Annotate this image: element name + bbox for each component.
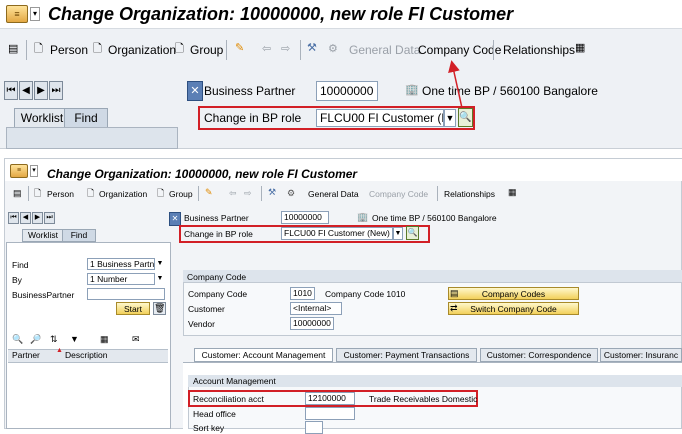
- switch-company-code-icon: ⇄: [450, 303, 458, 313]
- toolbar-separator: [28, 186, 29, 201]
- layout-icon[interactable]: ▦: [100, 334, 109, 345]
- screen2-page-title: Change Organization: 10000000, new role …: [47, 167, 358, 181]
- switch-company-code-button[interactable]: Switch Company Code: [448, 302, 579, 315]
- menu-dropdown-icon[interactable]: ▾: [30, 165, 38, 177]
- find-select[interactable]: 1 Business Partn...: [87, 258, 155, 270]
- switch-display-change-icon[interactable]: ✎: [205, 187, 213, 198]
- menu-icon[interactable]: ≡: [10, 164, 28, 178]
- tab-find[interactable]: Find: [62, 229, 96, 242]
- forward-arrow-icon[interactable]: ⇨: [244, 188, 252, 199]
- group-doc-icon[interactable]: 🗋: [157, 188, 164, 199]
- business-partner-input[interactable]: [87, 288, 165, 300]
- account-management-header: Account Management: [193, 376, 276, 386]
- business-partner-label: BusinessPartner: [12, 290, 75, 300]
- bp-icon: ✕: [169, 212, 181, 226]
- by-dropdown-icon[interactable]: ▼: [155, 273, 165, 285]
- toolbar-separator: [261, 186, 262, 201]
- relationships-button[interactable]: Relationships: [444, 189, 495, 199]
- company-code-description: Company Code 1010: [325, 289, 406, 299]
- vendor-field[interactable]: 10000000: [290, 317, 334, 330]
- company-codes-button[interactable]: Company Codes: [448, 287, 579, 300]
- building-icon: 🏢: [357, 212, 369, 222]
- find-dropdown-icon[interactable]: ▼: [155, 258, 165, 270]
- column-partner[interactable]: Partner: [12, 350, 40, 360]
- sort-key-field[interactable]: [305, 421, 323, 434]
- company-code-field[interactable]: 1010: [290, 287, 315, 300]
- company-codes-icon: ▤: [450, 288, 459, 298]
- general-data-button[interactable]: General Data: [308, 189, 359, 199]
- bp-description: One time BP / 560100 Bangalore: [372, 213, 497, 223]
- group-button[interactable]: Group: [169, 189, 193, 199]
- first-record-button[interactable]: ⏮: [8, 212, 19, 224]
- vendor-label: Vendor: [188, 319, 215, 329]
- role-select[interactable]: FLCU00 FI Customer (New): [281, 227, 393, 240]
- customer-label: Customer: [188, 304, 225, 314]
- role-label: Change in BP role: [184, 229, 253, 239]
- role-dropdown-icon[interactable]: ▼: [393, 227, 403, 240]
- screen2-toolbar: ▤ 🗋 Person 🗋 Organization 🗋 Group ✎ ⇦ ⇨ …: [5, 185, 682, 203]
- company-code-section-header: [183, 270, 682, 283]
- filter-icon[interactable]: ▼: [70, 334, 79, 345]
- role-confirm-icon[interactable]: 🔍: [406, 226, 419, 240]
- customer-field[interactable]: <Internal>: [290, 302, 342, 315]
- overview-icon[interactable]: ▤: [13, 188, 22, 199]
- company-code-header: Company Code: [187, 272, 247, 282]
- previous-record-button[interactable]: ◀: [20, 212, 31, 224]
- person-doc-icon[interactable]: 🗋: [34, 188, 41, 199]
- settings-icon[interactable]: ⚙: [287, 188, 295, 199]
- back-arrow-icon[interactable]: ⇦: [229, 188, 237, 199]
- where-used-icon[interactable]: ⚒: [268, 187, 276, 198]
- toolbar-separator: [437, 186, 438, 201]
- last-record-button[interactable]: ⏭: [44, 212, 55, 224]
- person-button[interactable]: Person: [47, 189, 74, 199]
- relationships-icon[interactable]: ▦: [508, 187, 517, 198]
- by-select[interactable]: 1 Number: [87, 273, 155, 285]
- tab-correspondence[interactable]: Customer: Correspondence: [480, 348, 598, 362]
- toolbar-separator: [198, 186, 199, 201]
- start-button[interactable]: Start: [116, 302, 150, 315]
- annotation-arrow: [448, 60, 463, 109]
- head-office-field[interactable]: [305, 407, 355, 420]
- organization-button[interactable]: Organization: [99, 189, 147, 199]
- trash-icon[interactable]: 🗑: [153, 302, 166, 315]
- next-record-button[interactable]: ▶: [32, 212, 43, 224]
- head-office-label: Head office: [193, 409, 236, 419]
- bp-number-field[interactable]: 10000000: [281, 211, 329, 224]
- sort-icon[interactable]: ⇅: [50, 334, 58, 345]
- organization-doc-icon[interactable]: 🗋: [87, 188, 94, 199]
- column-description[interactable]: Description: [65, 350, 108, 360]
- tab-insurance[interactable]: Customer: Insuranc: [600, 348, 682, 362]
- tab-payment-transactions[interactable]: Customer: Payment Transactions: [336, 348, 477, 362]
- find-icon[interactable]: 🔎: [30, 334, 41, 345]
- find-label: Find: [12, 260, 29, 270]
- export-icon[interactable]: ✉: [132, 334, 140, 345]
- bp-label: Business Partner: [184, 213, 249, 223]
- reconciliation-field[interactable]: 12100000: [305, 392, 355, 405]
- company-code-label: Company Code: [188, 289, 248, 299]
- display-icon[interactable]: 🔍: [12, 334, 23, 345]
- tab-account-management[interactable]: Customer: Account Management: [194, 348, 333, 362]
- sort-marker-icon: ▲: [56, 347, 63, 354]
- tab-worklist[interactable]: Worklist: [22, 229, 64, 242]
- list-toolbar: 🔍 🔎 ⇅ ▼ ▦ ✉: [8, 333, 168, 347]
- reconciliation-label: Reconciliation acct: [193, 394, 264, 404]
- sort-key-label: Sort key: [193, 423, 225, 433]
- company-code-button[interactable]: Company Code: [369, 189, 428, 199]
- by-label: By: [12, 275, 22, 285]
- reconciliation-description: Trade Receivables Domestic: [369, 394, 478, 404]
